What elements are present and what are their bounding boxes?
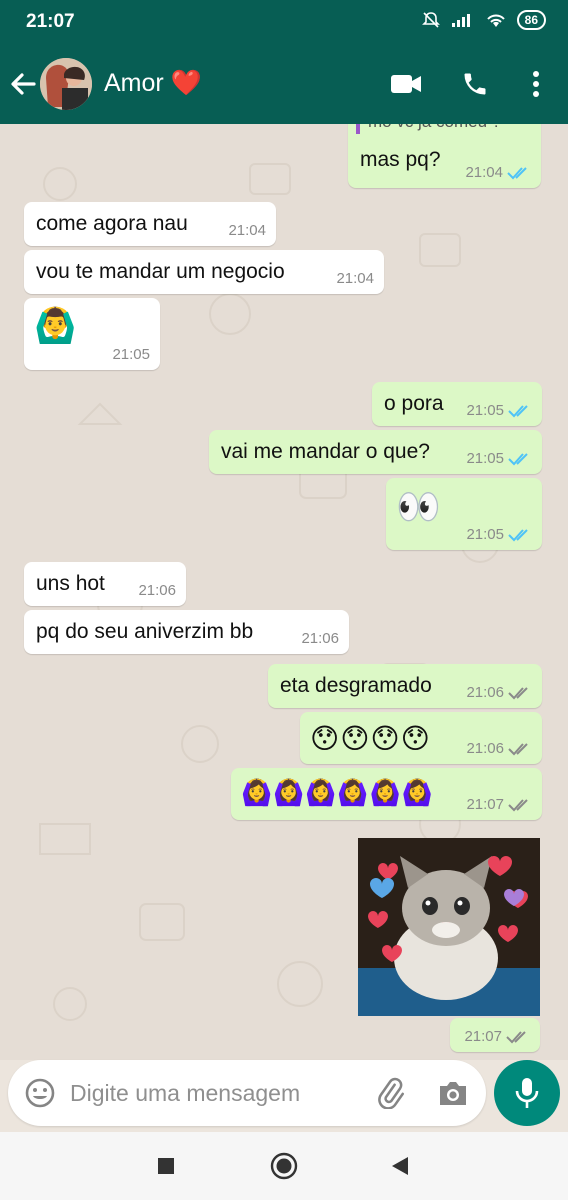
message-time: 21:06 bbox=[466, 740, 504, 757]
message-incoming[interactable]: uns hot 21:06 bbox=[24, 562, 186, 606]
image-message[interactable]: 21:07 bbox=[358, 838, 540, 1052]
video-call-icon[interactable] bbox=[386, 64, 426, 104]
mute-bell-icon bbox=[421, 12, 440, 28]
camera-icon[interactable] bbox=[436, 1077, 470, 1109]
message-time: 21:05 bbox=[112, 346, 150, 363]
avatar[interactable] bbox=[40, 58, 92, 110]
message-meta: 21:05 bbox=[466, 450, 532, 467]
emoji-icon[interactable] bbox=[24, 1077, 56, 1109]
message-outgoing[interactable]: mo vc ja comeu ? mas pq? 21:04 bbox=[348, 124, 541, 188]
message-text: come agora nau bbox=[36, 212, 188, 235]
chat-area[interactable]: mo vc ja comeu ? mas pq? 21:04 come agor… bbox=[0, 124, 568, 1060]
message-text: mas pq? bbox=[360, 148, 441, 171]
message-meta: 21:04 bbox=[336, 270, 374, 287]
message-outgoing[interactable]: vai me mandar o que? 21:05 bbox=[209, 430, 542, 474]
message-incoming[interactable]: come agora nau 21:04 bbox=[24, 202, 276, 246]
status-bar: 21:07 86 bbox=[0, 0, 568, 44]
message-time: 21:06 bbox=[138, 582, 176, 599]
message-text: vai me mandar o que? bbox=[221, 440, 430, 463]
back-arrow-icon[interactable] bbox=[6, 64, 40, 104]
home-icon[interactable] bbox=[268, 1150, 300, 1182]
message-incoming[interactable]: vou te mandar um negocio 21:04 bbox=[24, 250, 384, 294]
message-composer: Digite uma mensagem bbox=[0, 1060, 568, 1132]
message-time: 21:07 bbox=[464, 1028, 502, 1045]
status-icons: 86 bbox=[421, 10, 546, 30]
message-meta: 21:04 bbox=[228, 222, 266, 239]
wifi-icon bbox=[486, 14, 505, 27]
message-meta: 21:04 bbox=[465, 164, 531, 181]
message-time: 21:05 bbox=[466, 402, 504, 419]
message-input[interactable]: Digite uma mensagem bbox=[8, 1060, 486, 1126]
message-meta: 21:05 bbox=[466, 402, 532, 419]
status-time: 21:07 bbox=[26, 11, 75, 32]
message-time: 21:04 bbox=[228, 222, 266, 239]
message-meta: 21:06 bbox=[466, 684, 532, 701]
message-emoji: 😯😯😯😯 bbox=[310, 722, 431, 755]
message-outgoing[interactable]: o pora 21:05 bbox=[372, 382, 542, 426]
delivered-receipt-icon bbox=[508, 742, 528, 755]
delivered-receipt-icon bbox=[508, 686, 528, 699]
message-time: 21:06 bbox=[466, 684, 504, 701]
message-time: 21:05 bbox=[466, 526, 504, 543]
read-receipt-icon bbox=[507, 166, 527, 179]
signal-icon bbox=[451, 14, 470, 27]
message-outgoing[interactable]: eta desgramado 21:06 bbox=[268, 664, 542, 708]
read-receipt-icon bbox=[508, 452, 528, 465]
message-input-placeholder: Digite uma mensagem bbox=[70, 1080, 301, 1106]
system-nav-bar bbox=[0, 1132, 568, 1200]
message-meta: 21:05 bbox=[112, 346, 150, 363]
message-text: o pora bbox=[384, 392, 444, 415]
message-emoji: 🙆‍♀️🙆‍♀️🙆‍♀️🙆‍♀️🙆‍♀️🙆‍♀️ bbox=[241, 778, 434, 807]
message-meta: 21:06 bbox=[301, 630, 339, 647]
message-incoming[interactable]: 🙆‍♂️ 21:05 bbox=[24, 298, 160, 370]
delivered-receipt-icon bbox=[506, 1030, 526, 1043]
message-text: vou te mandar um negocio bbox=[36, 260, 285, 283]
message-text: uns hot bbox=[36, 572, 105, 595]
mic-button[interactable] bbox=[494, 1060, 560, 1126]
message-meta: 21:05 bbox=[466, 526, 532, 543]
message-time: 21:05 bbox=[466, 450, 504, 467]
message-outgoing[interactable]: 😯😯😯😯 21:06 bbox=[300, 712, 542, 764]
message-meta: 21:06 bbox=[138, 582, 176, 599]
message-time: 21:04 bbox=[465, 164, 503, 181]
kitten-photo[interactable] bbox=[358, 838, 540, 1016]
message-outgoing[interactable]: 🙆‍♀️🙆‍♀️🙆‍♀️🙆‍♀️🙆‍♀️🙆‍♀️ 21:07 bbox=[231, 768, 542, 820]
attach-icon[interactable] bbox=[374, 1077, 406, 1109]
quoted-reply-bar bbox=[356, 124, 360, 134]
message-emoji: 🙆‍♂️ bbox=[34, 306, 78, 346]
mic-icon bbox=[515, 1078, 539, 1108]
message-meta: 21:07 bbox=[464, 1028, 530, 1045]
message-meta: 21:07 bbox=[466, 796, 532, 813]
battery-icon: 86 bbox=[516, 10, 546, 30]
chat-header: Amor ❤️ bbox=[0, 44, 568, 124]
quoted-reply-text: mo vc ja comeu ? bbox=[368, 124, 501, 132]
read-receipt-icon bbox=[508, 404, 528, 417]
message-outgoing[interactable]: 👀 21:05 bbox=[386, 478, 542, 550]
recents-icon[interactable] bbox=[150, 1150, 182, 1182]
delivered-receipt-icon bbox=[508, 798, 528, 811]
message-time: 21:07 bbox=[466, 796, 504, 813]
message-time: 21:04 bbox=[336, 270, 374, 287]
voice-call-icon[interactable] bbox=[455, 64, 495, 104]
message-time: 21:06 bbox=[301, 630, 339, 647]
back-icon[interactable] bbox=[384, 1150, 416, 1182]
message-emoji: 👀 bbox=[396, 487, 442, 528]
more-options-icon[interactable] bbox=[516, 64, 556, 104]
message-meta: 21:06 bbox=[466, 740, 532, 757]
message-text: eta desgramado bbox=[280, 674, 432, 697]
contact-name[interactable]: Amor ❤️ bbox=[104, 69, 202, 98]
image-message-meta: 21:07 bbox=[450, 1018, 540, 1052]
message-text: pq do seu aniverzim bb bbox=[36, 620, 254, 643]
message-incoming[interactable]: pq do seu aniverzim bb 21:06 bbox=[24, 610, 349, 654]
read-receipt-icon bbox=[508, 528, 528, 541]
